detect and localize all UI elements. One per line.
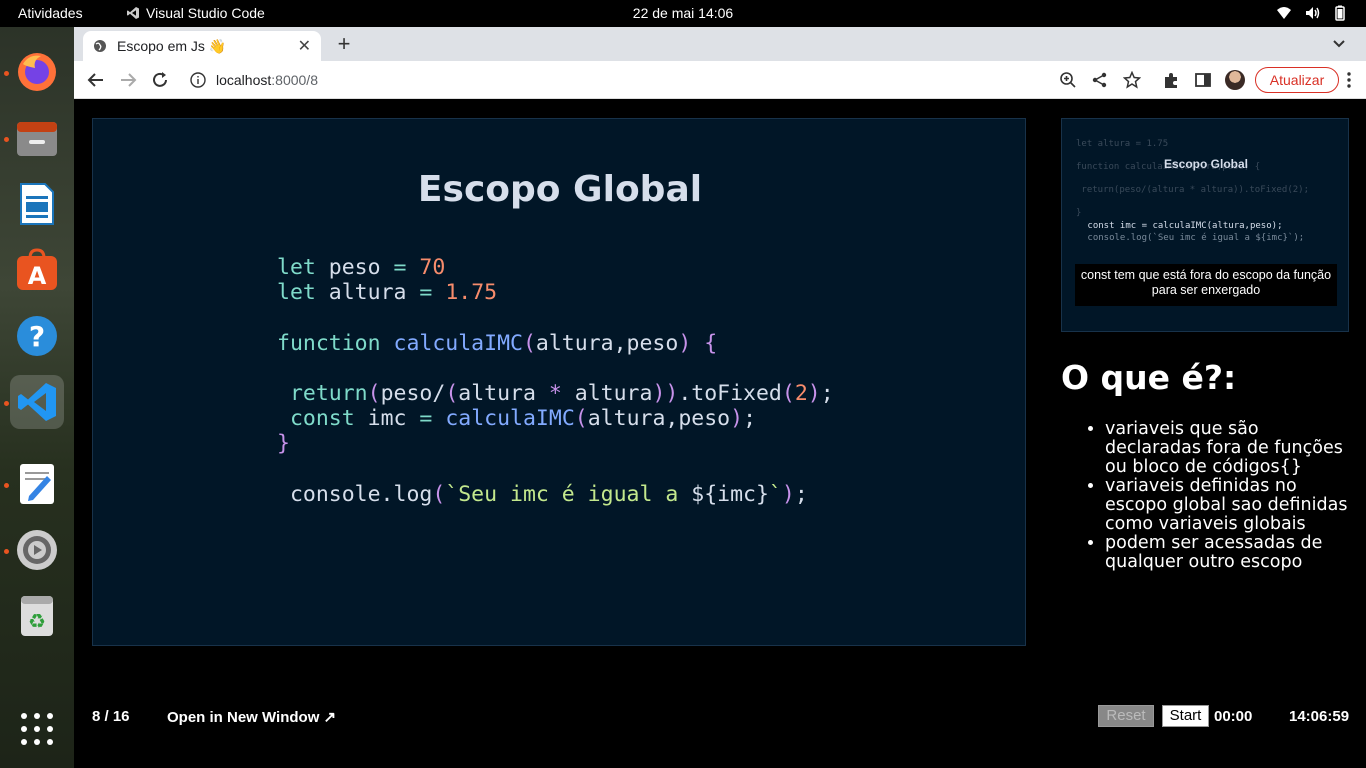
- dock-text-editor[interactable]: [10, 457, 64, 511]
- dock-help[interactable]: ?: [10, 309, 64, 363]
- slide-code: let peso = 70 let altura = 1.75 function…: [277, 255, 834, 507]
- presenter-clock: 14:06:59: [1289, 708, 1350, 725]
- app-center-icon: A: [17, 248, 57, 290]
- open-new-window-link[interactable]: Open in New Window ↗: [167, 708, 336, 726]
- writer-icon: [20, 183, 54, 225]
- presenter-footer: 8 / 16 Open in New Window ↗ Reset Start …: [74, 702, 1366, 732]
- text-editor-icon: [20, 464, 54, 504]
- update-button[interactable]: Atualizar: [1255, 67, 1339, 93]
- system-top-bar: Atividades Visual Studio Code 22 de mai …: [0, 0, 1366, 27]
- dock-trash[interactable]: ♻: [10, 589, 64, 643]
- activities-button[interactable]: Atividades: [18, 5, 83, 21]
- presenter-view: Escopo Global let peso = 70 let altura =…: [74, 100, 1366, 768]
- speaker-notes-title: O que é?:: [1061, 358, 1237, 397]
- browser-window: Escopo em Js 👋 ✕ + localhost:8000/8 Atua…: [74, 27, 1366, 768]
- tab-search-chevron-icon[interactable]: [1330, 34, 1348, 52]
- tab-close-icon[interactable]: ✕: [298, 36, 311, 56]
- code-line-4: function calculaIMC(altura,peso) {: [277, 330, 718, 356]
- code-line-8: }: [277, 431, 290, 457]
- ghost-line: let altura = 1.75: [1076, 139, 1169, 149]
- svg-text:♻: ♻: [28, 609, 46, 633]
- current-slide[interactable]: Escopo Global let peso = 70 let altura =…: [92, 118, 1026, 646]
- date-time[interactable]: 22 de mai 14:06: [633, 5, 733, 21]
- battery-icon: [1335, 5, 1345, 21]
- preview-code-line: const imc = calculaIMC(altura,peso);: [1082, 221, 1283, 231]
- kebab-menu-icon[interactable]: [1346, 71, 1352, 89]
- dock-settings[interactable]: [10, 523, 64, 577]
- preview-code-line: console.log(`Seu imc é igual a ${imc}`);: [1082, 232, 1305, 243]
- show-apps-icon[interactable]: [21, 713, 53, 745]
- zoom-icon[interactable]: [1059, 71, 1077, 89]
- new-tab-button[interactable]: +: [332, 32, 356, 56]
- tab-active[interactable]: Escopo em Js 👋 ✕: [83, 31, 321, 61]
- code-line-1: let peso = 70: [277, 255, 446, 280]
- help-icon: ?: [17, 316, 57, 356]
- vscode-icon: [18, 383, 56, 421]
- dock-app-center[interactable]: A: [10, 243, 64, 297]
- next-slide-preview[interactable]: let altura = 1.75 function calculaIMC(al…: [1061, 118, 1349, 332]
- vscode-icon: [127, 7, 139, 19]
- notes-item: variaveis definidas no escopo global sao…: [1105, 477, 1357, 534]
- timer-start-button[interactable]: Start: [1162, 705, 1209, 727]
- back-arrow-icon: [87, 73, 103, 87]
- code-line-7: const imc = calculaIMC(altura,peso);: [289, 406, 757, 432]
- dock-vscode[interactable]: [10, 375, 64, 429]
- browser-toolbar: localhost:8000/8 Atualizar: [74, 61, 1366, 99]
- side-panel-icon[interactable]: [1194, 71, 1212, 89]
- wifi-icon: [1277, 7, 1291, 19]
- active-app-name: Visual Studio Code: [146, 5, 265, 21]
- tab-title: Escopo em Js 👋: [117, 37, 227, 54]
- forward-button[interactable]: [116, 68, 140, 92]
- settings-icon: [17, 530, 57, 570]
- timer-reset-button[interactable]: Reset: [1098, 705, 1154, 727]
- volume-icon: [1306, 7, 1320, 19]
- globe-icon: [94, 40, 106, 52]
- code-line-6: return(peso/(altura * altura)).toFixed(2…: [289, 381, 834, 407]
- url-path: :8000/8: [271, 72, 318, 88]
- code-line-2: let altura = 1.75: [277, 280, 498, 306]
- reload-icon: [153, 72, 167, 87]
- forward-arrow-icon: [121, 73, 137, 87]
- files-icon: [17, 122, 57, 156]
- system-tray[interactable]: [1276, 5, 1348, 21]
- ghost-line: }: [1076, 208, 1082, 218]
- preview-callout: const tem que está fora do escopo da fun…: [1075, 264, 1337, 306]
- dock-firefox[interactable]: [10, 45, 64, 99]
- dock-files[interactable]: [10, 111, 64, 165]
- notes-item: variaveis que são declaradas fora de fun…: [1105, 420, 1357, 477]
- dock: A ? ♻: [0, 27, 74, 768]
- svg-text:A: A: [28, 262, 47, 290]
- trash-icon: ♻: [21, 596, 53, 636]
- preview-ghost-code: let altura = 1.75 function calculaIMC(al…: [1076, 139, 1309, 220]
- elapsed-timer: 00:00: [1214, 708, 1253, 725]
- slide-title: Escopo Global: [417, 169, 703, 210]
- url-host: localhost: [216, 72, 272, 88]
- ghost-line: return(peso/(altura * altura)).toFixed(2…: [1076, 185, 1309, 195]
- preview-code: const imc = calculaIMC(altura,peso); con…: [1082, 221, 1304, 244]
- profile-avatar[interactable]: [1225, 70, 1245, 90]
- extensions-icon[interactable]: [1162, 71, 1180, 89]
- tab-strip: Escopo em Js 👋 ✕ +: [74, 27, 1366, 61]
- dock-writer[interactable]: [10, 177, 64, 231]
- firefox-icon: [18, 53, 56, 91]
- speaker-notes-list: variaveis que são declaradas fora de fun…: [1087, 420, 1357, 572]
- svg-text:?: ?: [29, 320, 45, 353]
- reload-button[interactable]: [148, 68, 172, 92]
- slide-counter: 8 / 16: [92, 708, 130, 725]
- code-line-10: console.log(`Seu imc é igual a ${imc}`);: [277, 481, 808, 507]
- address-bar[interactable]: localhost:8000/8: [180, 65, 1104, 95]
- site-info-icon[interactable]: [190, 72, 206, 88]
- active-app-menu[interactable]: Visual Studio Code: [126, 5, 265, 21]
- back-button[interactable]: [84, 68, 108, 92]
- preview-title: Escopo Global: [1163, 157, 1248, 171]
- bookmark-star-icon[interactable]: [1123, 71, 1141, 89]
- notes-item: podem ser acessadas de qualquer outro es…: [1105, 534, 1357, 572]
- share-icon[interactable]: [1091, 71, 1109, 89]
